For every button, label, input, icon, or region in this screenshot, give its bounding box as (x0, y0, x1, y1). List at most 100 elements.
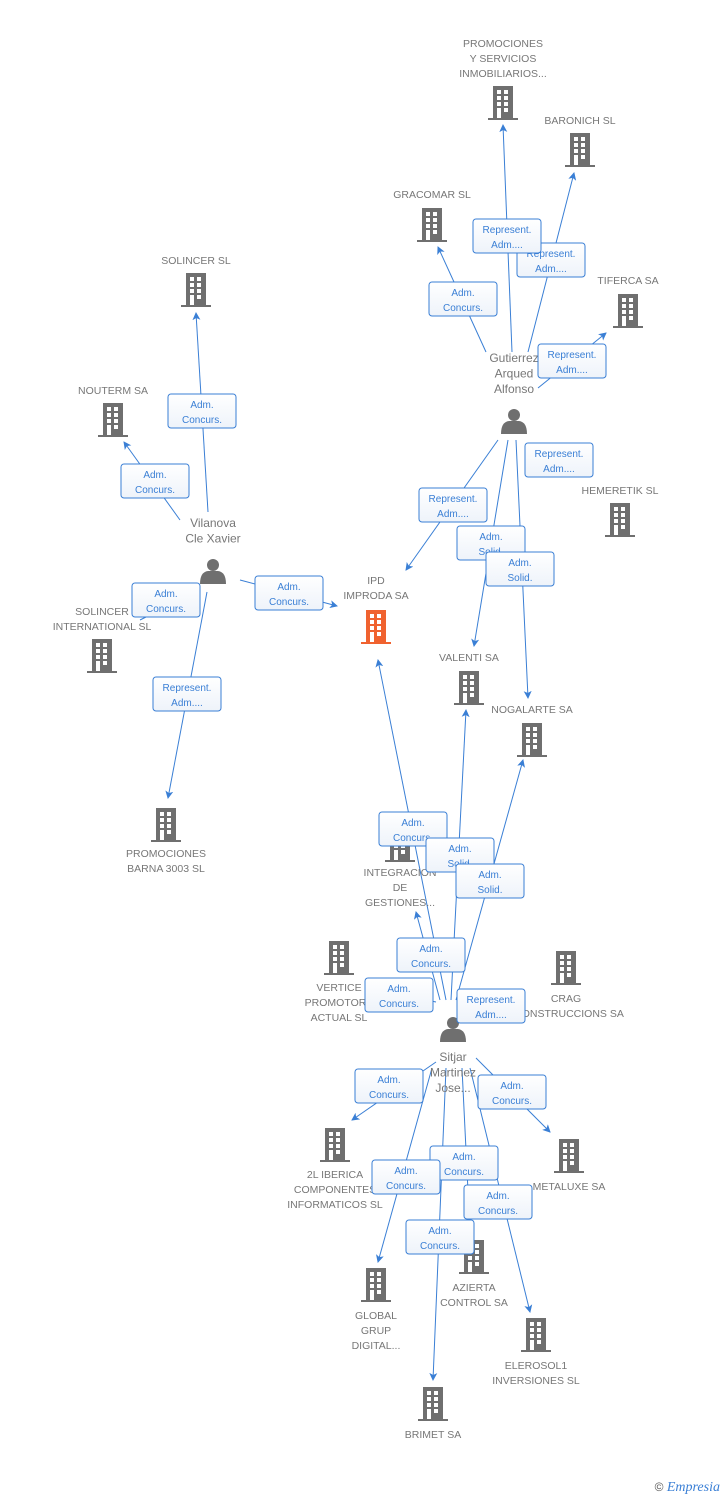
relation-label-text: Concurs. (420, 1241, 460, 1252)
node-label: TIFERCA SA (597, 275, 658, 287)
relation-label-text: Adm.... (437, 509, 469, 520)
relation-label-text: Adm. (377, 1075, 400, 1086)
relation-label[interactable]: Adm. Concurs. (364, 977, 434, 1013)
company-node-iberica[interactable]: 2L IBERICA COMPONENTES INFORMATICOS SL (287, 1128, 383, 1211)
node-label: Sitjar (439, 1050, 466, 1064)
company-node-nogalarte[interactable]: NOGALARTE SA (491, 704, 573, 757)
relation-label-text: Adm. (451, 288, 474, 299)
relation-label[interactable]: Represent. Adm.... (152, 676, 222, 712)
relation-label[interactable]: Represent. Adm.... (524, 442, 594, 478)
building-icon (551, 951, 581, 985)
node-label: PROMOTORA (305, 997, 374, 1009)
node-label: 2L IBERICA (307, 1169, 363, 1181)
company-node-gracomar[interactable]: GRACOMAR SL (393, 189, 471, 242)
building-icon (613, 294, 643, 328)
building-icon (361, 1268, 391, 1302)
person-node-vilanova[interactable]: Vilanova Cle Xavier (185, 516, 241, 584)
relation-label[interactable]: Adm. Concurs. (463, 1184, 533, 1220)
company-node-nouterm[interactable]: NOUTERM SA (78, 385, 148, 437)
node-label: IPD (367, 575, 385, 587)
relation-label[interactable]: Adm. Concurs. (371, 1159, 441, 1195)
building-icon (605, 503, 635, 537)
node-label: IMPRODA SA (343, 590, 408, 602)
company-node-ipd[interactable]: IPD IMPRODA SA (343, 575, 409, 644)
relation-label-text: Represent. (535, 449, 584, 460)
company-node-promo_barna[interactable]: PROMOCIONES BARNA 3003 SL (126, 808, 206, 875)
building-icon (361, 610, 391, 644)
relation-label[interactable]: Adm. Solid. (485, 551, 555, 587)
person-icon (200, 559, 226, 584)
company-node-brimet[interactable]: BRIMET SA (405, 1387, 461, 1441)
company-node-crag[interactable]: CRAG CONSTRUCCIONS SA (514, 951, 624, 1020)
relation-label-text: Adm. (486, 1191, 509, 1202)
relation-label-text: Solid. (477, 885, 502, 896)
relation-label-text: Represent. (548, 350, 597, 361)
building-icon (417, 208, 447, 242)
node-label: HEMERETIK SL (581, 485, 658, 497)
node-label: GRACOMAR SL (393, 189, 471, 201)
relation-label-text: Adm. (419, 944, 442, 955)
node-label: NOUTERM SA (78, 385, 148, 397)
relation-label-text: Adm.... (491, 240, 523, 251)
node-label: CRAG (551, 993, 581, 1005)
relation-label[interactable]: Adm. Concurs. (396, 937, 466, 973)
building-icon (454, 671, 484, 705)
node-label: INFORMATICOS SL (287, 1199, 383, 1211)
node-label: Vilanova (190, 516, 236, 530)
relation-label[interactable]: Represent. Adm.... (537, 343, 607, 379)
node-label: DIGITAL... (352, 1340, 401, 1352)
relation-label-text: Represent. (163, 683, 212, 694)
company-node-tiferca[interactable]: TIFERCA SA (597, 275, 659, 328)
relation-label[interactable]: Represent. Adm.... (472, 218, 542, 254)
relation-label[interactable]: Adm. Concurs. (405, 1219, 475, 1255)
building-icon (418, 1387, 448, 1421)
network-diagram: PROMOCIONES Y SERVICIOS INMOBILIARIOS... BA… (53, 38, 659, 1441)
company-node-solincer[interactable]: SOLINCER SL (161, 255, 231, 307)
relation-label-text: Represent. (483, 225, 532, 236)
building-icon (565, 133, 595, 167)
company-node-vertice[interactable]: VERTICE PROMOTORA ACTUAL SL (305, 941, 374, 1024)
building-icon (151, 808, 181, 842)
relation-label[interactable]: Adm. Concurs. (167, 393, 237, 429)
node-label: SOLINCER SL (161, 255, 231, 267)
relation-label-text: Adm. (500, 1081, 523, 1092)
person-node-gutierrez[interactable]: Gutierrez ArquedAlfonso (489, 351, 539, 434)
node-label: DE (393, 882, 408, 894)
node-label: NOGALARTE SA (491, 704, 573, 716)
relation-label[interactable]: Adm. Solid. (455, 863, 525, 899)
relation-label[interactable]: Adm. Concurs. (254, 575, 324, 611)
relation-label-text: Represent. (429, 494, 478, 505)
relation-label[interactable]: Represent. Adm.... (418, 487, 488, 523)
relation-label-text: Adm. (154, 589, 177, 600)
building-icon (521, 1318, 551, 1352)
footer-brand[interactable]: © Empresia (655, 1480, 720, 1496)
company-node-metaluxe[interactable]: METALUXE SA (533, 1139, 606, 1193)
relation-label[interactable]: Adm. Concurs. (354, 1068, 424, 1104)
building-icon (87, 639, 117, 673)
node-label: ELEROSOL1 (505, 1360, 568, 1372)
person-node-sitjar[interactable]: Sitjar MartinezJose... (430, 1017, 476, 1095)
relation-label-text: Concurs. (443, 303, 483, 314)
node-label: INMOBILIARIOS... (459, 68, 547, 80)
relation-label-text: Represent. (467, 995, 516, 1006)
relation-label-text: Adm. (143, 470, 166, 481)
company-node-global[interactable]: GLOBAL GRUP DIGITAL... (352, 1268, 401, 1352)
company-node-elerosol[interactable]: ELEROSOL1 INVERSIONES SL (492, 1318, 580, 1387)
relation-label[interactable]: Adm. Concurs. (428, 281, 498, 317)
relation-label[interactable]: Adm. Concurs. (131, 582, 201, 618)
node-label: METALUXE SA (533, 1181, 606, 1193)
relation-label-text: Concurs. (411, 959, 451, 970)
node-label: COMPONENTES (294, 1184, 376, 1196)
company-node-valenti[interactable]: VALENTI SA (439, 652, 499, 705)
relation-label[interactable]: Represent. Adm.... (456, 988, 526, 1024)
company-node-baronich[interactable]: BARONICH SL (544, 115, 616, 167)
company-node-hemeretik[interactable]: HEMERETIK SL (581, 485, 659, 537)
relation-label-text: Adm. (478, 870, 501, 881)
relation-label[interactable]: Adm. Concurs. (120, 463, 190, 499)
company-node-promo_serv[interactable]: PROMOCIONES Y SERVICIOS INMOBILIARIOS... (459, 38, 547, 120)
relation-label[interactable]: Adm. Concurs. (477, 1074, 547, 1110)
node-label: Y SERVICIOS (470, 53, 537, 65)
node-label: GESTIONES... (365, 897, 435, 909)
node-label: Cle Xavier (185, 532, 240, 546)
relation-label-text: Concurs. (182, 415, 222, 426)
